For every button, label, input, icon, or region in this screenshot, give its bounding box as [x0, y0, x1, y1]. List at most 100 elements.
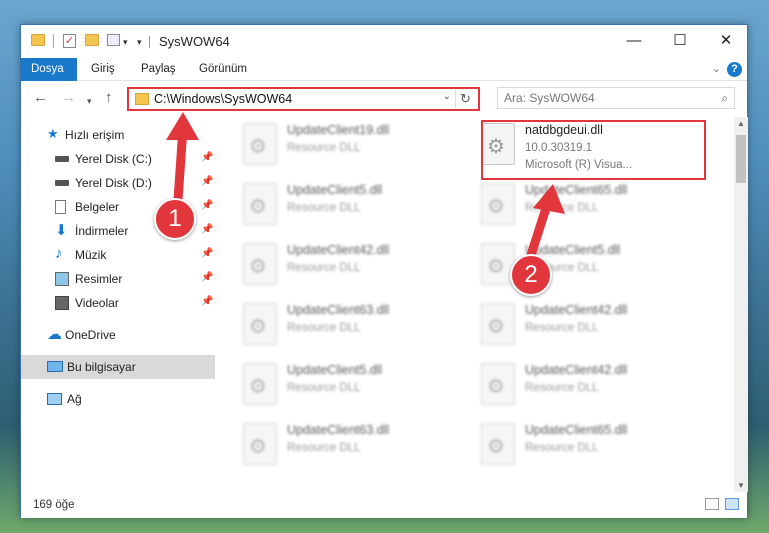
back-button[interactable]: ← [33, 90, 48, 106]
navigation-bar: ← → ▾ ↑ C:\Windows\SysWOW64 ⌄ ↻ Ara: Sys… [21, 82, 747, 116]
sidebar-item-label: Videolar [75, 296, 119, 310]
forward-button[interactable]: → [61, 90, 76, 106]
tab-gorunum[interactable]: Görünüm [189, 58, 257, 81]
sidebar-item-label: Hızlı erişim [65, 128, 125, 142]
file-description: Resource DLL [525, 322, 599, 334]
dll-file-icon [481, 183, 515, 225]
list-item[interactable]: UpdateClient42.dll Resource DLL [467, 357, 695, 413]
music-icon: ♪ [55, 245, 63, 262]
new-folder-icon[interactable] [85, 34, 99, 46]
folder-icon [135, 93, 149, 105]
list-item[interactable]: UpdateClient65.dll Resource DLL [467, 417, 695, 473]
sidebar-item-videos[interactable]: Videolar 📌 [21, 291, 215, 315]
sidebar-item-disk-c[interactable]: Yerel Disk (C:) 📌 [21, 147, 215, 171]
search-input[interactable]: Ara: SysWOW64 ⌕ [497, 87, 735, 109]
tab-giris[interactable]: Giriş [81, 58, 125, 81]
refresh-button[interactable]: ↻ [455, 90, 475, 108]
address-path[interactable]: C:\Windows\SysWOW64 [154, 92, 292, 106]
properties-check-icon[interactable]: ✓ [63, 34, 76, 48]
sidebar-item-disk-d[interactable]: Yerel Disk (D:) 📌 [21, 171, 215, 195]
list-item[interactable]: UpdateClient19.dll Resource DLL [229, 117, 457, 173]
navigation-pane: ★ Hızlı erişim Yerel Disk (C:) 📌 Yerel D… [21, 117, 215, 492]
close-button[interactable]: ✕ [703, 25, 749, 57]
expand-ribbon-icon[interactable]: ⌄ [712, 62, 721, 75]
details-view-icon[interactable] [705, 498, 719, 510]
dll-file-icon [243, 123, 277, 165]
file-description: Resource DLL [525, 202, 599, 214]
pin-icon[interactable]: 📌 [201, 296, 213, 307]
sidebar-item-music[interactable]: ♪ Müzik 📌 [21, 243, 215, 267]
cloud-icon: ☁ [47, 326, 62, 343]
file-name: UpdateClient19.dll [287, 123, 390, 137]
file-list: UpdateClient19.dll Resource DLL UpdateCl… [217, 117, 734, 492]
documents-icon [55, 200, 66, 214]
pin-icon[interactable]: 📌 [201, 224, 213, 235]
list-item[interactable]: UpdateClient63.dll Resource DLL [229, 417, 457, 473]
search-placeholder: Ara: SysWOW64 [504, 91, 595, 105]
dll-file-icon [481, 303, 515, 345]
list-item[interactable]: UpdateClient5.dll Resource DLL [229, 357, 457, 413]
tab-dosya[interactable]: Dosya [21, 58, 77, 81]
address-bar[interactable]: C:\Windows\SysWOW64 ⌄ ↻ [127, 87, 480, 111]
vertical-scrollbar[interactable]: ▲ ▼ [734, 117, 748, 492]
list-item[interactable]: UpdateClient42.dll Resource DLL [467, 297, 695, 353]
sidebar-item-network[interactable]: Ağ [21, 387, 215, 411]
drive-icon [55, 156, 69, 162]
list-item[interactable]: UpdateClient65.dll Resource DLL [467, 177, 695, 233]
pin-icon[interactable]: 📌 [201, 248, 213, 259]
tab-paylas[interactable]: Paylaş [131, 58, 186, 81]
file-name: UpdateClient5.dll [287, 183, 383, 197]
pin-icon[interactable]: 📌 [201, 152, 213, 163]
pin-icon[interactable]: 📌 [201, 272, 213, 283]
dll-file-icon [243, 363, 277, 405]
list-item[interactable]: UpdateClient5.dll Resource DLL [467, 237, 695, 293]
folder-icon[interactable] [31, 34, 45, 46]
file-name: UpdateClient63.dll [287, 303, 390, 317]
quick-access-properties-icon[interactable] [107, 34, 120, 46]
download-icon: ⬇ [55, 222, 68, 239]
customize-toolbar-icon[interactable]: ▾ [137, 34, 142, 50]
up-button[interactable]: ↑ [105, 90, 113, 106]
scroll-thumb[interactable] [736, 135, 746, 183]
search-icon[interactable]: ⌕ [721, 91, 728, 106]
title-bar: ✓ ▾ ▾ SysWOW64 — ☐ ✕ [21, 25, 747, 58]
list-item[interactable]: UpdateClient63.dll Resource DLL [229, 297, 457, 353]
sidebar-item-this-pc[interactable]: Bu bilgisayar [21, 355, 215, 379]
pin-icon[interactable]: 📌 [201, 200, 213, 211]
videos-icon [55, 296, 69, 310]
dll-file-icon [243, 243, 277, 285]
file-description: Resource DLL [287, 382, 361, 394]
recent-locations-icon[interactable]: ▾ [87, 93, 92, 109]
sidebar-item-label: Yerel Disk (C:) [75, 152, 152, 166]
file-description: Resource DLL [287, 442, 361, 454]
pictures-icon [55, 272, 69, 286]
pin-icon[interactable]: 📌 [201, 176, 213, 187]
minimize-button[interactable]: — [611, 25, 657, 57]
sidebar-item-label: Yerel Disk (D:) [75, 176, 152, 190]
sidebar-item-pictures[interactable]: Resimler 📌 [21, 267, 215, 291]
highlight-box [481, 120, 706, 180]
scroll-up-icon[interactable]: ▲ [734, 119, 748, 128]
file-name: UpdateClient42.dll [525, 363, 628, 377]
computer-icon [47, 361, 63, 372]
file-name: UpdateClient42.dll [287, 243, 390, 257]
dll-file-icon [243, 303, 277, 345]
scroll-down-icon[interactable]: ▼ [734, 481, 748, 490]
dll-file-icon [481, 363, 515, 405]
list-item[interactable]: UpdateClient42.dll Resource DLL [229, 237, 457, 293]
explorer-window: ✓ ▾ ▾ SysWOW64 — ☐ ✕ Dosya Giriş Paylaş … [20, 24, 748, 518]
callout-badge-1: 1 [154, 198, 196, 240]
maximize-button[interactable]: ☐ [657, 25, 703, 57]
file-description: Resource DLL [287, 202, 361, 214]
sidebar-item-onedrive[interactable]: ☁ OneDrive [21, 323, 215, 347]
chevron-down-icon[interactable]: ⌄ [443, 91, 451, 102]
list-item[interactable]: UpdateClient5.dll Resource DLL [229, 177, 457, 233]
sidebar-item-label: Resimler [75, 272, 123, 286]
large-icons-view-icon[interactable] [725, 498, 739, 510]
sidebar-item-quick-access[interactable]: ★ Hızlı erişim [21, 123, 215, 147]
window-title: SysWOW64 [159, 34, 230, 49]
file-description: Resource DLL [287, 262, 361, 274]
sidebar-item-label: Müzik [75, 248, 107, 262]
help-icon[interactable]: ? [727, 62, 742, 77]
chevron-down-icon[interactable]: ▾ [123, 34, 128, 50]
